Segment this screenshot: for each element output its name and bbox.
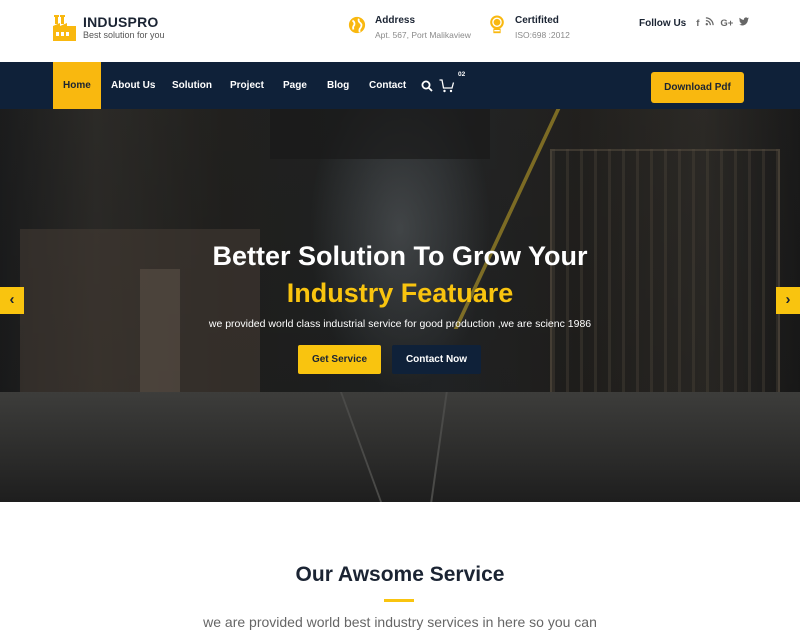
rss-icon[interactable] <box>705 17 715 29</box>
address-info: Address Apt. 567, Port Malikaview <box>348 14 471 42</box>
brand-tagline: Best solution for you <box>83 30 165 40</box>
hero-bg-floor <box>0 392 800 502</box>
contact-now-button[interactable]: Contact Now <box>392 345 481 374</box>
logo[interactable]: INDUSPRO Best solution for you <box>52 14 165 42</box>
hero-title: Better Solution To Grow Your <box>212 241 588 271</box>
hero-subtitle: we provided world class industrial servi… <box>208 318 592 330</box>
get-service-button[interactable]: Get Service <box>298 345 381 374</box>
twitter-icon[interactable] <box>739 17 750 29</box>
slider-prev-button[interactable]: ‹ <box>0 287 24 314</box>
award-badge-icon <box>490 15 504 34</box>
services-title: Our Awsome Service <box>295 563 505 586</box>
hero-title-highlight: Industry Featuare <box>286 278 514 308</box>
download-pdf-button[interactable]: Download Pdf <box>651 72 744 103</box>
nav-item-project[interactable]: Project <box>230 62 264 109</box>
certified-value: ISO:698 :2012 <box>515 30 570 40</box>
title-underline-divider <box>384 599 414 602</box>
top-header: INDUSPRO Best solution for you Address A… <box>0 0 800 62</box>
certified-info: Certifited ISO:698 :2012 <box>488 14 570 42</box>
factory-logo-icon <box>53 15 76 41</box>
chevron-left-icon: ‹ <box>9 291 15 308</box>
globe-icon <box>348 16 366 34</box>
slider-next-button[interactable]: › <box>776 287 800 314</box>
nav-item-page[interactable]: Page <box>283 62 307 109</box>
main-nav: Home About Us Solution Project Page Blog… <box>0 62 800 109</box>
nav-item-about-us[interactable]: About Us <box>111 62 155 109</box>
nav-item-home[interactable]: Home <box>53 62 101 109</box>
certified-title: Certifited <box>515 15 559 26</box>
nav-item-contact[interactable]: Contact <box>369 62 406 109</box>
search-icon[interactable] <box>421 80 433 92</box>
nav-item-solution[interactable]: Solution <box>172 62 212 109</box>
brand-name: INDUSPRO <box>83 14 159 30</box>
address-value: Apt. 567, Port Malikaview <box>375 30 471 40</box>
google-plus-icon[interactable]: G+ <box>720 18 733 29</box>
cart-count-badge: 02 <box>458 71 466 78</box>
nav-item-blog[interactable]: Blog <box>327 62 349 109</box>
hero-bg-ceiling <box>270 109 490 159</box>
address-title: Address <box>375 15 416 26</box>
chevron-right-icon: › <box>785 291 791 308</box>
follow-us: Follow Us f G+ <box>639 17 755 29</box>
cart-icon[interactable] <box>439 79 455 93</box>
follow-us-label: Follow Us <box>639 17 687 29</box>
hero-slider: Better Solution To Grow Your Industry Fe… <box>0 109 800 502</box>
facebook-icon[interactable]: f <box>696 18 699 29</box>
services-subtitle: we are provided world best industry serv… <box>203 614 597 630</box>
